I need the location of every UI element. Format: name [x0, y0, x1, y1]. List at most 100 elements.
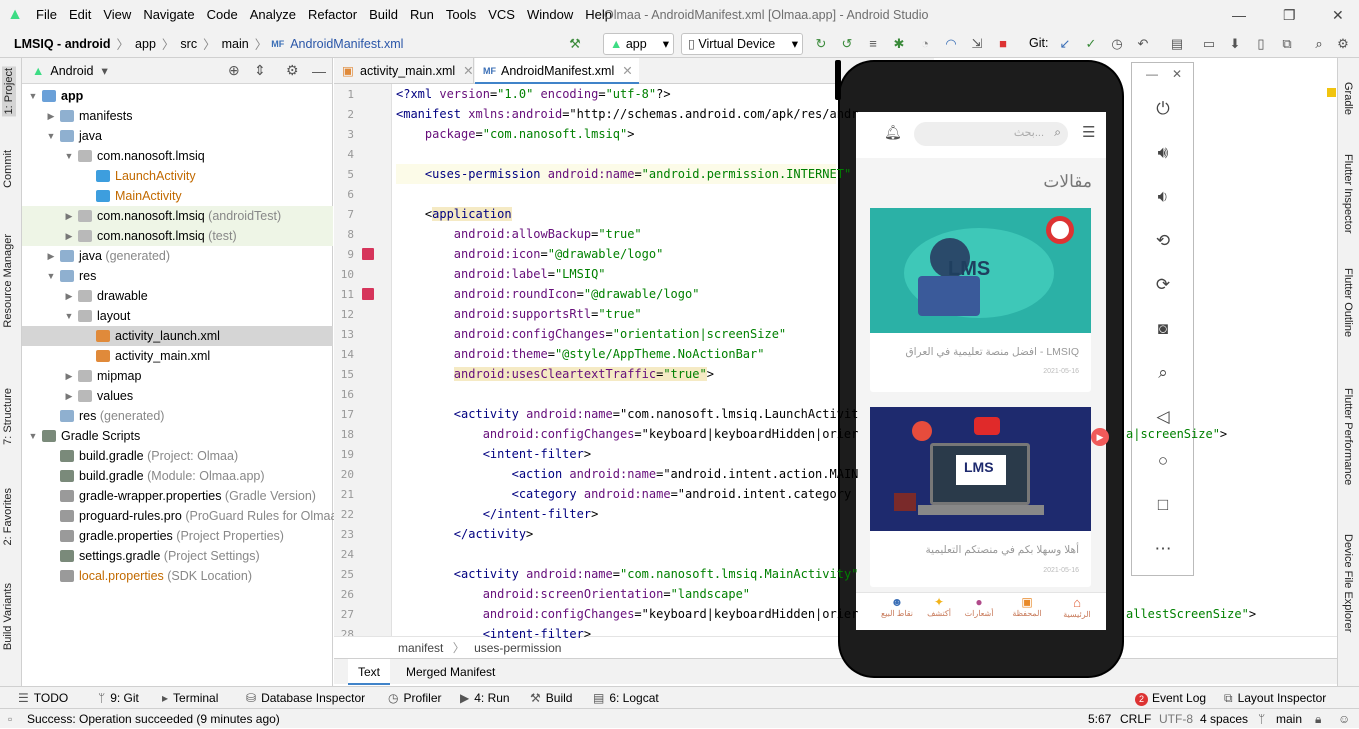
hamburger-menu-icon[interactable]: ☰	[1082, 123, 1095, 141]
tree-item[interactable]: ▶ manifests	[22, 106, 333, 126]
tree-item[interactable]: ▼ java	[22, 126, 333, 146]
tree-item[interactable]: ▶ com.nanosoft.lmsiq (test)	[22, 226, 333, 246]
chevron-down-icon[interactable]: ▾	[101, 63, 107, 78]
tool-tab-project[interactable]: 1: Project	[2, 66, 16, 117]
apply-changes-icon[interactable]: ↻	[812, 35, 830, 53]
tool-window-logcat[interactable]: ▤ 6: Logcat	[593, 687, 659, 709]
git-rollback-icon[interactable]: ↶	[1134, 35, 1152, 53]
menu-code[interactable]: Code	[201, 0, 244, 30]
tool-tab-build-variants[interactable]: Build Variants	[2, 583, 14, 650]
attach-debugger-icon[interactable]: ⇲	[968, 35, 986, 53]
locate-icon[interactable]: ⊕	[228, 62, 240, 79]
coverage-icon[interactable]: ◔	[916, 35, 934, 53]
tree-item[interactable]: ▶ mipmap	[22, 366, 333, 386]
tab-merged-manifest[interactable]: Merged Manifest	[400, 659, 501, 685]
line-separator[interactable]: CRLF	[1120, 709, 1151, 729]
emulator-close-icon[interactable]: ✕	[1172, 67, 1182, 81]
tool-tab-resource-manager[interactable]: Resource Manager	[2, 234, 14, 328]
tool-tab-gradle[interactable]: Gradle	[1342, 82, 1354, 115]
tree-item[interactable]: ▶ drawable	[22, 286, 333, 306]
tool-window-layout-inspector[interactable]: ⧉ Layout Inspector	[1224, 687, 1326, 709]
breadcrumb-project[interactable]: LMSIQ - android	[10, 37, 115, 51]
tool-window-database-inspector[interactable]: ⛁ Database Inspector	[246, 687, 365, 709]
project-structure-icon[interactable]: ▤	[1168, 35, 1186, 53]
menu-vcs[interactable]: VCS	[482, 0, 521, 30]
app-search-box[interactable]: بحث... ⌕	[914, 122, 1068, 146]
expand-arrow-icon[interactable]: ▼	[64, 306, 74, 326]
tool-tab-flutter-inspector[interactable]: Flutter Inspector	[1342, 154, 1354, 233]
tool-window-terminal[interactable]: ▸ Terminal	[162, 687, 218, 709]
lock-icon[interactable]: 🔒︎	[1315, 709, 1321, 729]
tree-item[interactable]: settings.gradle (Project Settings)	[22, 546, 333, 566]
emulator-minimize-icon[interactable]: —	[1146, 67, 1158, 81]
stop-icon[interactable]: ■	[994, 35, 1012, 53]
nav-home[interactable]: ⌂ الرئيسية	[1052, 595, 1102, 619]
expand-arrow-icon[interactable]: ▼	[28, 86, 38, 106]
tree-item[interactable]: ▼ Gradle Scripts	[22, 426, 333, 446]
collapse-all-icon[interactable]: ⇕	[254, 62, 266, 79]
git-commit-icon[interactable]: ✓	[1082, 35, 1100, 53]
rotate-left-icon[interactable]: ⟲	[1150, 228, 1176, 254]
menu-tools[interactable]: Tools	[440, 0, 482, 30]
tree-item[interactable]: build.gradle (Module: Olmaa.app)	[22, 466, 333, 486]
device-select[interactable]: ▯ Virtual Device ▾	[681, 33, 803, 55]
volume-up-icon[interactable]: 🔊︎	[1150, 140, 1176, 166]
file-encoding[interactable]: UTF-8	[1159, 709, 1193, 729]
tool-window-event-log[interactable]: 2 Event Log	[1135, 687, 1206, 709]
run-config-select[interactable]: ▲ app ▾	[603, 33, 674, 55]
tree-item[interactable]: LaunchActivity	[22, 166, 333, 186]
collapse-arrow-icon[interactable]: ▶	[64, 206, 74, 226]
tool-tab-favorites[interactable]: 2: Favorites	[2, 488, 14, 545]
tree-item[interactable]: MainActivity	[22, 186, 333, 206]
tree-item[interactable]: res (generated)	[22, 406, 333, 426]
tree-item[interactable]: ▶ values	[22, 386, 333, 406]
gear-icon[interactable]: ⚙	[286, 62, 299, 79]
tab-text[interactable]: Text	[348, 659, 391, 685]
notification-bell-icon[interactable]: 🔔︎	[884, 124, 902, 141]
caret-position[interactable]: 5:67	[1088, 709, 1111, 729]
menu-edit[interactable]: Edit	[63, 0, 97, 30]
tool-window-build[interactable]: ⚒ Build	[530, 687, 572, 709]
floating-video-icon[interactable]: ▶	[1091, 428, 1109, 446]
editor-tab-android-manifest[interactable]: MF AndroidManifest.xml ✕	[475, 58, 639, 84]
tree-item[interactable]: ▼ layout	[22, 306, 333, 326]
collapse-arrow-icon[interactable]: ▶	[64, 286, 74, 306]
collapse-arrow-icon[interactable]: ▶	[46, 106, 56, 126]
menu-analyze[interactable]: Analyze	[244, 0, 302, 30]
git-update-icon[interactable]: ↙	[1056, 35, 1074, 53]
nav-points-of-sale[interactable]: ☻ نقاط البيع	[872, 595, 922, 618]
minimize-icon[interactable]: —	[1232, 0, 1246, 30]
tree-item[interactable]: local.properties (SDK Location)	[22, 566, 333, 586]
sdk-manager-icon[interactable]: ⬇	[1226, 35, 1244, 53]
menu-view[interactable]: View	[97, 0, 137, 30]
tool-tab-flutter-performance[interactable]: Flutter Performance	[1342, 388, 1354, 485]
more-icon[interactable]: ⋯	[1150, 536, 1176, 562]
debug-icon[interactable]: ✱	[890, 35, 908, 53]
tree-item[interactable]: ▼ res	[22, 266, 333, 286]
article-card[interactable]: LMS LMSIQ - افضل منصة تعليمية في العراق …	[870, 208, 1091, 392]
drawable-preview-icon[interactable]	[362, 248, 374, 260]
zoom-icon[interactable]: ⌕	[1150, 360, 1176, 386]
camera-icon[interactable]: ◙	[1150, 316, 1176, 342]
git-branch[interactable]: main	[1276, 709, 1302, 729]
tool-window-todo[interactable]: ☰ TODO	[18, 687, 68, 709]
menu-navigate[interactable]: Navigate	[137, 0, 200, 30]
close-icon[interactable]: ✕	[1332, 0, 1344, 30]
menu-file[interactable]: File	[30, 0, 63, 30]
run-config-list-icon[interactable]: ≡	[864, 35, 882, 53]
hide-panel-icon[interactable]: —	[312, 63, 326, 79]
tree-item[interactable]: proguard-rules.pro (ProGuard Rules for O…	[22, 506, 348, 526]
menu-run[interactable]: Run	[404, 0, 440, 30]
breadcrumb-file[interactable]: AndroidManifest.xml	[286, 37, 407, 51]
apply-code-changes-icon[interactable]: ↺	[838, 35, 856, 53]
layout-inspector-icon[interactable]: ⧉	[1278, 35, 1296, 53]
menu-refactor[interactable]: Refactor	[302, 0, 363, 30]
tool-window-profiler[interactable]: ◷ Profiler	[388, 687, 442, 709]
project-view-select[interactable]: Android	[50, 64, 93, 78]
breadcrumb-app[interactable]: app	[131, 37, 160, 51]
drawable-preview-icon[interactable]	[362, 288, 374, 300]
collapse-arrow-icon[interactable]: ▶	[64, 226, 74, 246]
collapse-arrow-icon[interactable]: ▶	[64, 366, 74, 386]
profile-icon[interactable]: ◠	[942, 35, 960, 53]
tree-item[interactable]: activity_launch.xml	[22, 326, 333, 346]
